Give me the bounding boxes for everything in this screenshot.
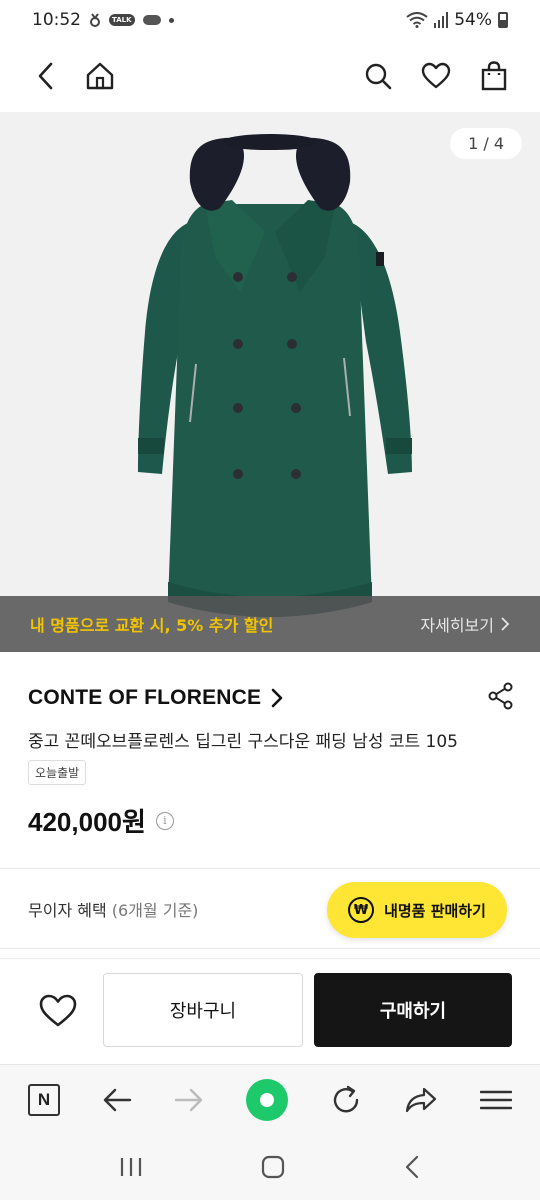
status-bar: 10:52 TALK 54% bbox=[0, 0, 540, 40]
coat-product-image bbox=[138, 134, 412, 617]
battery-percent: 54% bbox=[454, 10, 492, 30]
installment-sub: (6개월 기준) bbox=[111, 901, 199, 920]
recent-apps-icon[interactable] bbox=[119, 1156, 143, 1178]
heart-icon bbox=[421, 62, 451, 89]
home-icon bbox=[86, 62, 114, 90]
purchase-action-bar: 장바구니 구매하기 bbox=[0, 958, 540, 1062]
buy-now-button[interactable]: 구매하기 bbox=[314, 973, 512, 1047]
wifi-icon bbox=[406, 12, 428, 28]
brand-row: CONTE OF FLORENCE bbox=[28, 682, 514, 714]
shipping-badge: 오늘출발 bbox=[28, 760, 87, 785]
back-button[interactable] bbox=[30, 60, 62, 92]
installment-label: 무이자 혜택 bbox=[28, 901, 107, 920]
browser-toolbar: N bbox=[0, 1064, 540, 1134]
wishlist-add-button[interactable] bbox=[30, 983, 86, 1039]
top-navigation bbox=[0, 46, 540, 106]
wishlist-button[interactable] bbox=[420, 60, 452, 92]
search-icon bbox=[365, 63, 392, 90]
menu-icon[interactable] bbox=[480, 1089, 512, 1111]
divider bbox=[0, 948, 540, 949]
kakaotalk-icon: TALK bbox=[109, 14, 135, 26]
notification-icon bbox=[90, 13, 100, 27]
battery-icon bbox=[498, 12, 508, 28]
home-button[interactable] bbox=[84, 60, 116, 92]
shopping-bag-button[interactable] bbox=[478, 60, 510, 92]
refresh-icon[interactable] bbox=[330, 1084, 362, 1116]
share-arrow-icon[interactable] bbox=[404, 1086, 438, 1114]
green-dot-button[interactable] bbox=[246, 1078, 288, 1121]
divider bbox=[0, 868, 540, 869]
sell-my-luxury-button[interactable]: ₩ 내명품 판매하기 bbox=[327, 882, 507, 938]
home-nav-icon[interactable] bbox=[261, 1155, 285, 1179]
sell-button-label: 내명품 판매하기 bbox=[384, 901, 486, 920]
back-nav-icon[interactable] bbox=[403, 1155, 421, 1179]
share-button[interactable] bbox=[488, 682, 514, 714]
share-icon bbox=[488, 682, 513, 710]
search-button[interactable] bbox=[362, 60, 394, 92]
image-page-indicator: 1 / 4 bbox=[450, 128, 522, 159]
promo-details-label: 자세히보기 bbox=[420, 616, 494, 635]
chevron-left-icon bbox=[38, 62, 53, 90]
shopping-bag-icon bbox=[481, 61, 507, 91]
product-title: 중고 꼰떼오브플로렌스 딥그린 구스다운 패딩 남성 코트 105 bbox=[28, 732, 458, 752]
system-navigation-bar bbox=[0, 1134, 540, 1200]
trade-in-promo-banner[interactable]: 내 명품으로 교환 시, 5% 추가 할인 자세히보기 bbox=[0, 596, 540, 652]
product-price: 420,000원 bbox=[28, 807, 146, 837]
heart-icon bbox=[39, 994, 77, 1027]
product-image-gallery[interactable]: 1 / 4 내 명품으로 교환 시, 5% 추가 할인 자세히보기 bbox=[0, 112, 540, 652]
chevron-right-icon bbox=[501, 617, 510, 631]
add-to-cart-button[interactable]: 장바구니 bbox=[103, 973, 303, 1047]
info-icon[interactable]: i bbox=[155, 811, 174, 830]
brand-link[interactable]: CONTE OF FLORENCE bbox=[28, 686, 261, 710]
status-time: 10:52 bbox=[32, 10, 81, 30]
chevron-right-icon[interactable] bbox=[271, 688, 283, 708]
promo-details-link[interactable]: 자세히보기 bbox=[420, 612, 510, 636]
arrow-forward-icon[interactable] bbox=[174, 1087, 204, 1113]
installment-benefit[interactable]: 무이자 혜택 (6개월 기준) bbox=[28, 897, 198, 921]
promo-text: 내 명품으로 교환 시, 5% 추가 할인 bbox=[30, 616, 274, 635]
won-icon: ₩ bbox=[348, 897, 375, 923]
signal-icon bbox=[434, 12, 449, 28]
more-notifications-icon bbox=[168, 17, 174, 23]
price-row: 420,000원 i bbox=[28, 802, 174, 839]
cloud-icon bbox=[142, 15, 161, 25]
naver-n-icon[interactable]: N bbox=[28, 1083, 60, 1116]
arrow-back-icon[interactable] bbox=[102, 1087, 132, 1113]
